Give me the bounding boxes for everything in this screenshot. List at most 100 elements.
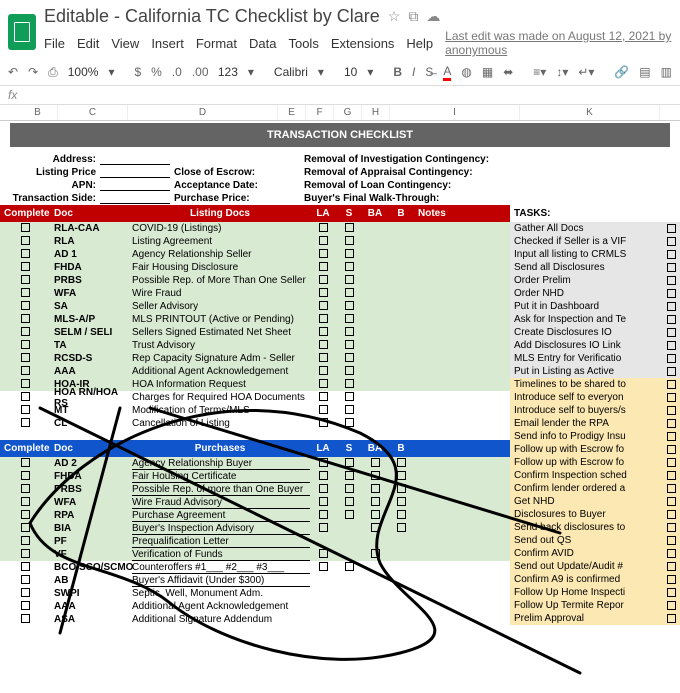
listing-row[interactable]: RCSD-SRep Capacity Signature Adm - Selle… [0, 352, 510, 365]
task-row[interactable]: Ask for Inspection and Te [510, 313, 680, 326]
checkbox-icon[interactable] [371, 471, 380, 480]
checkbox-icon[interactable] [667, 380, 676, 389]
checkbox-icon[interactable] [667, 354, 676, 363]
checkbox-icon[interactable] [345, 223, 354, 232]
checkbox-icon[interactable] [345, 418, 354, 427]
checkbox-icon[interactable] [667, 458, 676, 467]
checkbox-icon[interactable] [21, 314, 30, 323]
purchase-row[interactable]: PRBSPossible Rep. of more than One Buyer [0, 483, 510, 496]
checkbox-icon[interactable] [667, 614, 676, 623]
purchase-row[interactable]: PFPrequalification Letter [0, 535, 510, 548]
menu-file[interactable]: File [44, 36, 65, 51]
col-E[interactable]: E [278, 105, 306, 120]
checkbox-icon[interactable] [319, 549, 328, 558]
task-row[interactable]: MLS Entry for Verificatio [510, 352, 680, 365]
checkbox-icon[interactable] [667, 432, 676, 441]
listing-row[interactable]: AAAAdditional Agent Acknowledgement [0, 365, 510, 378]
menu-format[interactable]: Format [196, 36, 237, 51]
purchase-row[interactable]: SWPISeptic, Well, Monument Adm. [0, 587, 510, 600]
task-row[interactable]: Disclosures to Buyer [510, 508, 680, 521]
checkbox-icon[interactable] [319, 458, 328, 467]
checkbox-icon[interactable] [21, 249, 30, 258]
checkbox-icon[interactable] [667, 250, 676, 259]
purchase-row[interactable]: AAAAdditional Agent Acknowledgement [0, 600, 510, 613]
checkbox-icon[interactable] [345, 249, 354, 258]
checkbox-icon[interactable] [345, 484, 354, 493]
listing-row[interactable]: SASeller Advisory [0, 300, 510, 313]
listing-row[interactable]: FHDAFair Housing Disclosure [0, 261, 510, 274]
purchase-row[interactable]: ASAAdditional Signature Addendum [0, 613, 510, 626]
checkbox-icon[interactable] [319, 223, 328, 232]
text-color-icon[interactable]: A [443, 64, 451, 81]
checkbox-icon[interactable] [345, 327, 354, 336]
cloud-icon[interactable]: ☁ [426, 8, 440, 25]
task-row[interactable]: Order Prelim [510, 274, 680, 287]
dec-more-icon[interactable]: .00 [192, 65, 208, 79]
task-row[interactable]: Introduce self to everyon [510, 391, 680, 404]
listing-row[interactable]: WFAWire Fraud [0, 287, 510, 300]
checkbox-icon[interactable] [345, 510, 354, 519]
checkbox-icon[interactable] [319, 471, 328, 480]
checkbox-icon[interactable] [21, 301, 30, 310]
strike-icon[interactable]: S̶ [425, 65, 433, 79]
menu-edit[interactable]: Edit [77, 36, 99, 51]
listing-row[interactable]: SELM / SELISellers Signed Estimated Net … [0, 326, 510, 339]
checkbox-icon[interactable] [345, 379, 354, 388]
purchase-row[interactable]: WFAWire Fraud Advisory [0, 496, 510, 509]
task-row[interactable]: Confirm AVID [510, 547, 680, 560]
checkbox-icon[interactable] [319, 379, 328, 388]
checkbox-icon[interactable] [319, 484, 328, 493]
checkbox-icon[interactable] [21, 236, 30, 245]
checkbox-icon[interactable] [319, 366, 328, 375]
listing-row[interactable]: HOA RN/HOA RSCharges for Required HOA Do… [0, 391, 510, 404]
borders-icon[interactable]: ▦ [482, 65, 493, 79]
checkbox-icon[interactable] [21, 549, 30, 558]
checkbox-icon[interactable] [397, 471, 406, 480]
task-row[interactable]: Email lender the RPA [510, 417, 680, 430]
checkbox-icon[interactable] [371, 484, 380, 493]
checkbox-icon[interactable] [319, 405, 328, 414]
task-row[interactable]: Create Disclosures IO [510, 326, 680, 339]
checkbox-icon[interactable] [345, 262, 354, 271]
checkbox-icon[interactable] [397, 510, 406, 519]
checkbox-icon[interactable] [21, 575, 30, 584]
checkbox-icon[interactable] [21, 392, 30, 401]
listing-row[interactable]: RLAListing Agreement [0, 235, 510, 248]
italic-icon[interactable]: I [412, 65, 415, 79]
col-D[interactable]: D [128, 105, 278, 120]
checkbox-icon[interactable] [319, 562, 328, 571]
last-edit-link[interactable]: Last edit was made on August 12, 2021 by… [445, 29, 672, 57]
undo-icon[interactable]: ↶ [8, 65, 18, 79]
listing-row[interactable]: CLCancellation of Listing [0, 417, 510, 430]
checkbox-icon[interactable] [345, 458, 354, 467]
checkbox-icon[interactable] [667, 588, 676, 597]
checkbox-icon[interactable] [21, 614, 30, 623]
checkbox-icon[interactable] [319, 236, 328, 245]
checkbox-icon[interactable] [21, 379, 30, 388]
checkbox-icon[interactable] [667, 263, 676, 272]
col-B[interactable]: B [18, 105, 58, 120]
checkbox-icon[interactable] [21, 418, 30, 427]
task-row[interactable]: Send out Update/Audit # [510, 560, 680, 573]
folder-icon[interactable]: ⧉ [408, 8, 418, 25]
checkbox-icon[interactable] [21, 497, 30, 506]
col-G[interactable]: G [334, 105, 362, 120]
checkbox-icon[interactable] [667, 445, 676, 454]
percent-icon[interactable]: % [151, 65, 162, 79]
listing-row[interactable]: RLA-CAACOVID-19 (Listings) [0, 222, 510, 235]
checkbox-icon[interactable] [319, 340, 328, 349]
checkbox-icon[interactable] [397, 458, 406, 467]
checkbox-icon[interactable] [667, 601, 676, 610]
task-row[interactable]: Input all listing to CRMLS [510, 248, 680, 261]
merge-icon[interactable]: ⬌ [503, 65, 513, 79]
listing-row[interactable]: TATrust Advisory [0, 339, 510, 352]
checkbox-icon[interactable] [21, 223, 30, 232]
checkbox-icon[interactable] [371, 523, 380, 532]
checkbox-icon[interactable] [319, 392, 328, 401]
checkbox-icon[interactable] [345, 340, 354, 349]
task-row[interactable]: Add Disclosures IO Link [510, 339, 680, 352]
checkbox-icon[interactable] [667, 315, 676, 324]
checkbox-icon[interactable] [371, 510, 380, 519]
menu-insert[interactable]: Insert [151, 36, 184, 51]
task-row[interactable]: Send back disclosures to [510, 521, 680, 534]
